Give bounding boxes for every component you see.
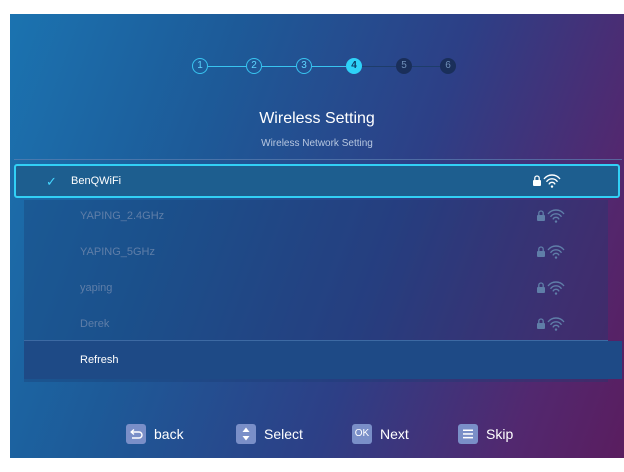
network-item[interactable]: Derek — [24, 308, 608, 344]
wireless-setup-screen: 1 2 3 4 5 6 Wireless Setting Wireless Ne… — [10, 14, 624, 458]
step-connector — [262, 66, 296, 67]
lock-wifi-icon — [537, 209, 565, 223]
lock-wifi-icon — [533, 174, 561, 188]
select-label: Select — [264, 426, 303, 442]
step-4-current: 4 — [346, 58, 362, 74]
page-subtitle: Wireless Network Setting — [261, 138, 373, 149]
step-2: 2 — [246, 58, 262, 74]
back-label: back — [154, 426, 184, 442]
setup-step-indicator: 1 2 3 4 5 6 — [10, 58, 624, 76]
network-name: Derek — [80, 318, 110, 330]
network-status-icons — [536, 317, 566, 331]
next-label: Next — [380, 426, 409, 442]
refresh-label: Refresh — [80, 354, 119, 366]
back-icon — [126, 424, 146, 444]
network-status-icons — [536, 245, 566, 259]
step-connector — [412, 66, 440, 67]
checkmark-icon: ✓ — [46, 174, 57, 189]
header-divider — [14, 159, 622, 160]
step-connector — [208, 66, 246, 67]
lock-wifi-icon — [537, 281, 565, 295]
network-item-selected[interactable]: ✓ BenQWiFi — [14, 164, 620, 198]
step-1: 1 — [192, 58, 208, 74]
network-status-icons — [536, 209, 566, 223]
lock-wifi-icon — [537, 245, 565, 259]
step-3: 3 — [296, 58, 312, 74]
remote-hint-bar: back Select OK Next Skip — [10, 422, 624, 448]
network-name: yaping — [80, 282, 113, 294]
network-name: BenQWiFi — [71, 175, 122, 187]
ok-key-icon: OK — [352, 424, 372, 444]
lock-wifi-icon — [537, 317, 565, 331]
menu-icon — [458, 424, 478, 444]
step-5: 5 — [396, 58, 412, 74]
network-item[interactable]: YAPING_2.4GHz — [24, 200, 608, 236]
network-status-icons — [536, 281, 566, 295]
network-name: YAPING_5GHz — [80, 246, 155, 258]
up-down-arrows-icon — [236, 424, 256, 444]
step-connector — [362, 66, 396, 67]
step-6: 6 — [440, 58, 456, 74]
skip-label: Skip — [486, 426, 514, 442]
network-status-icons — [532, 174, 562, 188]
network-name: YAPING_2.4GHz — [80, 210, 165, 222]
refresh-button[interactable]: Refresh — [24, 341, 622, 379]
step-connector — [312, 66, 346, 67]
page-title: Wireless Setting — [259, 110, 375, 127]
network-item[interactable]: YAPING_5GHz — [24, 236, 608, 272]
network-item[interactable]: yaping — [24, 272, 608, 308]
